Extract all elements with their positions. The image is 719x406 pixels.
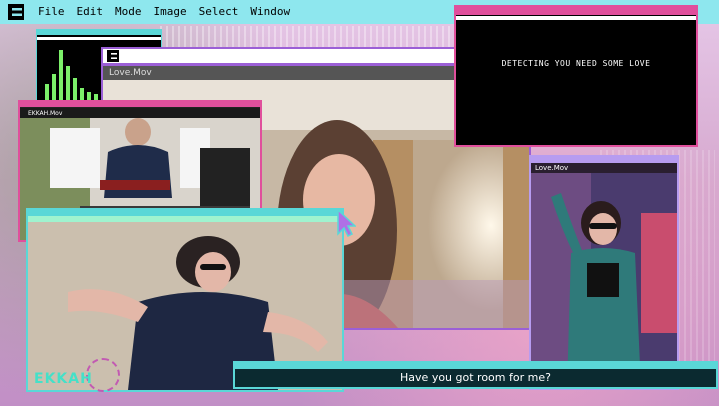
menu-window[interactable]: Window xyxy=(244,0,296,24)
terminal-title-underline xyxy=(456,16,696,20)
menu-file[interactable]: File xyxy=(32,0,71,24)
brand-logo-text: EKKAH xyxy=(34,371,93,387)
keyboard-window-title: EKKAH.Mov xyxy=(28,110,63,117)
visualizer-title-underline xyxy=(37,37,161,40)
dance-video-image xyxy=(531,173,677,388)
visualizer-title-bar[interactable] xyxy=(37,30,161,35)
menu-mode[interactable]: Mode xyxy=(109,0,148,24)
menu-edit[interactable]: Edit xyxy=(71,0,110,24)
cursor-arrow-icon xyxy=(337,208,356,238)
terminal-title-bar[interactable] xyxy=(456,7,696,15)
subtitle-bar: Have you got room for me? xyxy=(233,361,718,389)
menu-select[interactable]: Select xyxy=(193,0,245,24)
keyboard-window-caption-bar: EKKAH.Mov xyxy=(20,108,260,118)
scanline-strip xyxy=(160,26,460,48)
window-logo-icon xyxy=(107,50,119,62)
menu-image[interactable]: Image xyxy=(148,0,193,24)
dance-window-caption-bar: Love.Mov xyxy=(531,163,677,173)
terminal-message: DETECTING YOU NEED SOME LOVE xyxy=(501,59,651,68)
dance-video-window[interactable]: Love.Mov xyxy=(529,155,679,390)
dance-window-title: Love.Mov xyxy=(535,164,569,172)
center-window-title: Love.Mov xyxy=(109,68,152,78)
app-logo-icon xyxy=(8,4,24,20)
keyboard-window-title-bar[interactable] xyxy=(20,102,260,107)
subtitle-bar-top xyxy=(235,363,716,369)
terminal-window[interactable]: DETECTING YOU NEED SOME LOVE xyxy=(454,5,698,147)
subtitle-text: Have you got room for me? xyxy=(400,371,551,384)
dance-video-frame[interactable] xyxy=(531,173,677,388)
